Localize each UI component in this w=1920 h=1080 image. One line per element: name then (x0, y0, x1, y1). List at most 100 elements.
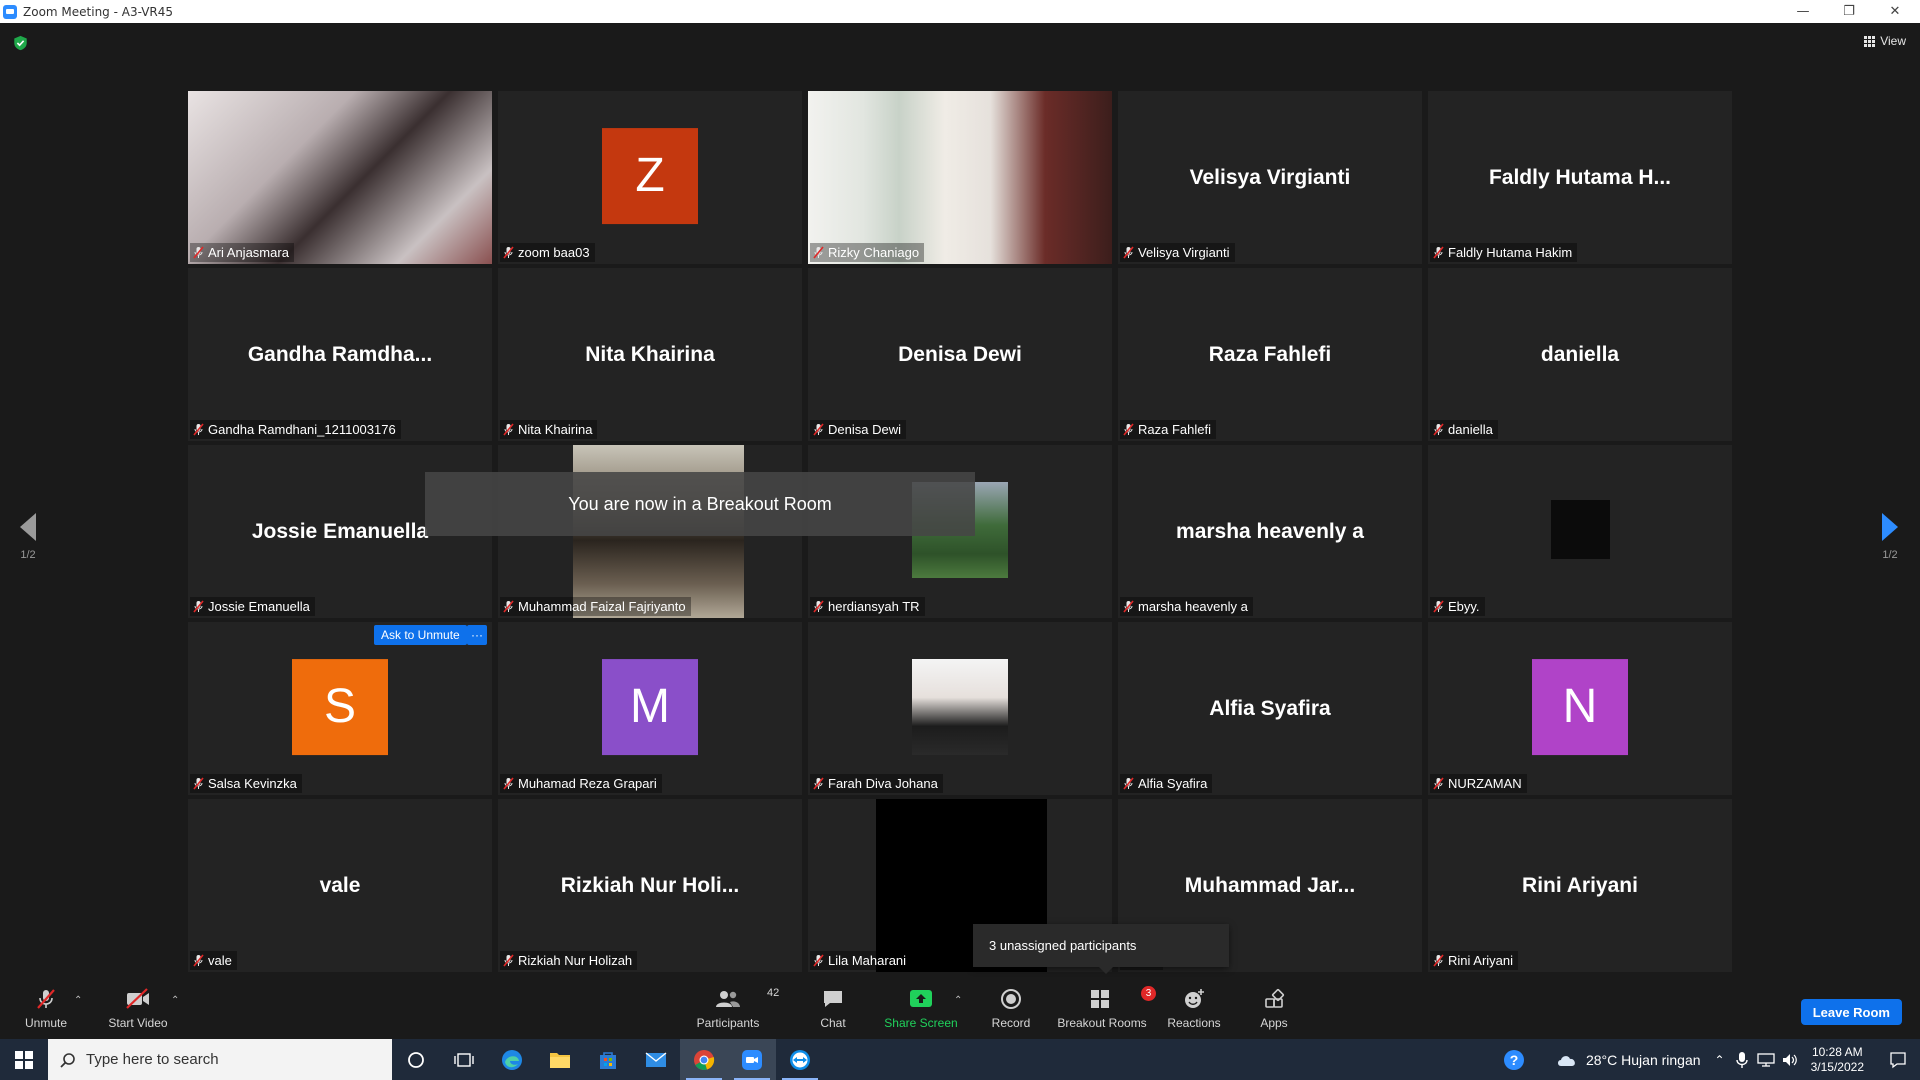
participant-name: Denisa Dewi (828, 422, 901, 437)
taskbar-mic-icon[interactable] (1735, 1051, 1749, 1069)
taskbar-search-box[interactable]: Type here to search (48, 1039, 392, 1080)
chrome-browser-icon (694, 1049, 715, 1070)
participant-name-label: Nita Khairina (500, 420, 598, 439)
volume-icon[interactable] (1781, 1052, 1799, 1068)
leave-room-button[interactable]: Leave Room (1800, 999, 1902, 1025)
participant-avatar: Z (602, 127, 698, 224)
taskbar-clock[interactable]: 10:28 AM 3/15/2022 (1811, 1045, 1864, 1075)
participant-tile[interactable]: vale vale (188, 799, 492, 972)
chat-button[interactable]: Chat (808, 977, 858, 1039)
previous-page-button[interactable]: 1/2 (8, 513, 48, 561)
participant-tile[interactable]: Zzoom baa03 (498, 91, 802, 264)
audio-options-caret-icon[interactable]: ⌃ (74, 995, 82, 1006)
taskbar-chrome[interactable] (680, 1039, 728, 1080)
start-video-button[interactable]: Start Video (106, 977, 170, 1039)
edge-browser-icon (502, 1049, 522, 1070)
participant-tile[interactable]: daniella daniella (1428, 268, 1732, 441)
participant-tile[interactable]: Rizky Chaniago (808, 91, 1112, 264)
apps-button[interactable]: Apps (1252, 977, 1296, 1039)
participant-name: Muhamad Reza Grapari (518, 776, 657, 791)
taskbar-edge[interactable] (488, 1039, 536, 1080)
clock-time: 10:28 AM (1811, 1044, 1863, 1059)
view-button[interactable]: View (1864, 34, 1906, 48)
participant-tile[interactable]: Velisya Virgianti Velisya Virgianti (1118, 91, 1422, 264)
microphone-muted-icon (1433, 777, 1444, 790)
help-button[interactable]: ? (1494, 1039, 1534, 1080)
participant-tile[interactable]: Farah Diva Johana (808, 622, 1112, 795)
participant-name: herdiansyah TR (828, 599, 920, 614)
participants-icon (716, 991, 740, 1007)
breakout-rooms-icon (1091, 990, 1109, 1008)
record-label: Record (991, 1016, 1031, 1030)
next-page-button[interactable]: 1/2 (1870, 513, 1910, 561)
record-button[interactable]: Record (985, 977, 1037, 1039)
participant-tile[interactable]: Ari Anjasmara (188, 91, 492, 264)
network-icon[interactable] (1756, 1052, 1775, 1068)
participant-name-label: NURZAMAN (1430, 774, 1527, 793)
participant-name: Raza Fahlefi (1138, 422, 1211, 437)
taskbar-file-explorer[interactable] (536, 1039, 584, 1080)
breakout-rooms-button[interactable]: 3 Breakout Rooms (1054, 977, 1156, 1039)
participant-tile[interactable]: Alfia Syafira Alfia Syafira (1118, 622, 1422, 795)
minimize-icon[interactable]: — (1780, 0, 1826, 23)
weather-text[interactable]: 28°C Hujan ringan (1586, 1052, 1701, 1068)
taskbar-store[interactable] (584, 1039, 632, 1080)
participant-name: Lila Maharani (828, 953, 907, 968)
share-screen-label: Share Screen (884, 1016, 958, 1030)
participant-name: Rizky Chaniago (828, 245, 920, 260)
participant-name-label: vale (190, 951, 237, 970)
folder-icon (550, 1052, 570, 1068)
start-video-label: Start Video (108, 1016, 168, 1030)
participant-display-name: Rini Ariyani (1522, 873, 1638, 897)
participant-tile[interactable]: Gandha Ramdha... Gandha Ramdhani_12110031… (188, 268, 492, 441)
close-icon[interactable]: ✕ (1872, 0, 1918, 23)
participant-tile[interactable]: Nita Khairina Nita Khairina (498, 268, 802, 441)
participant-tile[interactable]: Raza Fahlefi Raza Fahlefi (1118, 268, 1422, 441)
windows-start-button[interactable] (0, 1039, 48, 1080)
reactions-button[interactable]: Reactions (1165, 977, 1223, 1039)
participant-tile[interactable]: Ebyy. (1428, 445, 1732, 618)
video-options-caret-icon[interactable]: ⌃ (171, 995, 179, 1006)
participant-tile[interactable]: Rini Ariyani Rini Ariyani (1428, 799, 1732, 972)
show-hidden-icons-icon[interactable]: ⌃ (1715, 1053, 1725, 1067)
ask-to-unmute-button[interactable]: Ask to Unmute (374, 625, 467, 645)
arrow-left-icon (20, 513, 36, 541)
microphone-muted-icon (503, 423, 514, 436)
participant-tile[interactable]: N NURZAMAN (1428, 622, 1732, 795)
participant-tile[interactable]: Rizkiah Nur Holi... Rizkiah Nur Holizah (498, 799, 802, 972)
share-screen-button[interactable]: Share Screen (882, 977, 960, 1039)
restore-icon[interactable]: ❐ (1826, 0, 1872, 23)
cortana-button[interactable] (392, 1039, 440, 1080)
participant-name: Alfia Syafira (1138, 776, 1208, 791)
participant-display-name: daniella (1540, 342, 1620, 366)
task-view-button[interactable] (440, 1039, 488, 1080)
participant-tile[interactable]: M Muhamad Reza Grapari (498, 622, 802, 795)
notification-center-button[interactable] (1876, 1039, 1920, 1080)
notification-icon (1890, 1051, 1906, 1068)
participant-tile[interactable]: S Salsa Kevinzka (188, 622, 492, 795)
taskbar-teamviewer[interactable] (776, 1039, 824, 1080)
participant-photo (1551, 500, 1610, 559)
participant-tile[interactable]: marsha heavenly a marsha heavenly a (1118, 445, 1422, 618)
microphone-muted-icon (1433, 600, 1444, 613)
breakout-rooms-label: Breakout Rooms (1057, 1016, 1147, 1030)
encryption-shield-icon[interactable] (13, 35, 28, 51)
system-tray: ? 28°C Hujan ringan ⌃ 10:28 AM 3/15/2022 (1494, 1039, 1920, 1080)
participants-button[interactable]: 42 Participants (692, 977, 780, 1039)
participant-tile[interactable]: Denisa Dewi Denisa Dewi (808, 268, 1112, 441)
participant-tile[interactable]: Faldly Hutama H... Faldly Hutama Hakim (1428, 91, 1732, 264)
share-options-caret-icon[interactable]: ⌃ (954, 995, 962, 1006)
participant-name-label: Alfia Syafira (1120, 774, 1213, 793)
mail-envelope-icon (645, 1051, 667, 1067)
tile-more-options-button[interactable]: ··· (467, 625, 487, 645)
participant-name: Gandha Ramdhani_1211003176 (208, 422, 396, 437)
microphone-muted-icon (1123, 777, 1134, 790)
participant-avatar: M (602, 658, 698, 755)
taskbar-mail[interactable] (632, 1039, 680, 1080)
apps-label: Apps (1260, 1016, 1288, 1030)
view-label: View (1880, 34, 1906, 48)
unmute-button[interactable]: Unmute (18, 977, 74, 1039)
participant-name: zoom baa03 (518, 245, 590, 260)
meeting-area: View 1/2 1/2 Ari Anjasmara Zzoom baa03 Riz… (0, 23, 1920, 977)
taskbar-zoom[interactable] (728, 1039, 776, 1080)
